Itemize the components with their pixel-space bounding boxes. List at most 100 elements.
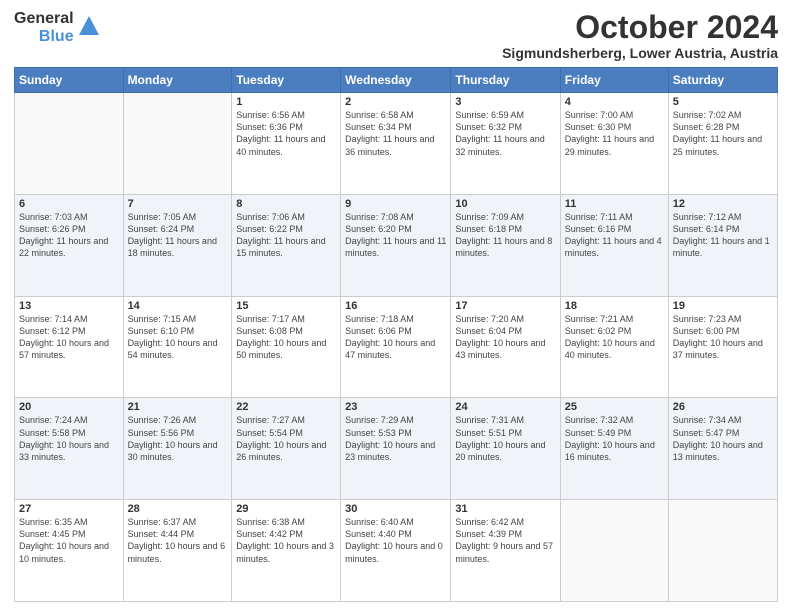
table-row: 29 Sunrise: 6:38 AMSunset: 4:42 PMDayligh…: [232, 500, 341, 602]
day-number: 10: [455, 198, 555, 210]
month-title: October 2024: [502, 10, 778, 45]
table-row: 1 Sunrise: 6:56 AMSunset: 6:36 PMDaylight…: [232, 93, 341, 195]
day-info: Sunrise: 7:00 AMSunset: 6:30 PMDaylight:…: [565, 110, 654, 156]
table-row: 9 Sunrise: 7:08 AMSunset: 6:20 PMDaylight…: [341, 194, 451, 296]
logo-area: General Blue: [14, 10, 100, 45]
table-row: 10 Sunrise: 7:09 AMSunset: 6:18 PMDayligh…: [451, 194, 560, 296]
calendar-week-row: 27 Sunrise: 6:35 AMSunset: 4:45 PMDayligh…: [15, 500, 778, 602]
day-number: 8: [236, 198, 336, 210]
day-number: 20: [19, 401, 119, 413]
day-number: 18: [565, 300, 664, 312]
day-info: Sunrise: 6:37 AMSunset: 4:44 PMDaylight:…: [128, 517, 226, 563]
table-row: 25 Sunrise: 7:32 AMSunset: 5:49 PMDayligh…: [560, 398, 668, 500]
day-info: Sunrise: 7:20 AMSunset: 6:04 PMDaylight:…: [455, 314, 545, 360]
table-row: 24 Sunrise: 7:31 AMSunset: 5:51 PMDayligh…: [451, 398, 560, 500]
day-info: Sunrise: 6:42 AMSunset: 4:39 PMDaylight:…: [455, 517, 553, 563]
table-row: 20 Sunrise: 7:24 AMSunset: 5:58 PMDayligh…: [15, 398, 124, 500]
day-info: Sunrise: 7:24 AMSunset: 5:58 PMDaylight:…: [19, 415, 109, 461]
day-number: 15: [236, 300, 336, 312]
table-row: 18 Sunrise: 7:21 AMSunset: 6:02 PMDayligh…: [560, 296, 668, 398]
table-row: 2Sunrise: 6:58 AMSunset: 6:34 PMDaylight…: [341, 93, 451, 195]
logo-icon: [78, 15, 100, 42]
day-info: Sunrise: 6:38 AMSunset: 4:42 PMDaylight:…: [236, 517, 334, 563]
table-row: 11Sunrise: 7:11 AMSunset: 6:16 PMDayligh…: [560, 194, 668, 296]
day-number: 1: [236, 96, 336, 108]
day-number: 31: [455, 503, 555, 515]
col-friday: Friday: [560, 68, 668, 93]
day-number: 25: [565, 401, 664, 413]
day-number: 9: [345, 198, 446, 210]
table-row: [560, 500, 668, 602]
table-row: 19 Sunrise: 7:23 AMSunset: 6:00 PMDayligh…: [668, 296, 777, 398]
day-number: 29: [236, 503, 336, 515]
calendar-week-row: 1 Sunrise: 6:56 AMSunset: 6:36 PMDaylight…: [15, 93, 778, 195]
table-row: 15 Sunrise: 7:17 AMSunset: 6:08 PMDayligh…: [232, 296, 341, 398]
day-info: Sunrise: 7:06 AMSunset: 6:22 PMDaylight:…: [236, 212, 325, 258]
day-info: Sunrise: 7:32 AMSunset: 5:49 PMDaylight:…: [565, 415, 655, 461]
day-info: Sunrise: 7:11 AMSunset: 6:16 PMDaylight:…: [565, 212, 662, 258]
calendar-week-row: 6 Sunrise: 7:03 AMSunset: 6:26 PMDaylight…: [15, 194, 778, 296]
day-number: 5: [673, 96, 773, 108]
day-info: Sunrise: 7:02 AMSunset: 6:28 PMDaylight:…: [673, 110, 762, 156]
day-info: Sunrise: 6:58 AMSunset: 6:34 PMDaylight:…: [345, 110, 434, 156]
calendar-week-row: 13Sunrise: 7:14 AMSunset: 6:12 PMDayligh…: [15, 296, 778, 398]
location-title: Sigmundsherberg, Lower Austria, Austria: [502, 45, 778, 61]
day-number: 14: [128, 300, 228, 312]
logo-line2: Blue: [39, 28, 74, 46]
day-number: 12: [673, 198, 773, 210]
col-monday: Monday: [123, 68, 232, 93]
day-info: Sunrise: 7:23 AMSunset: 6:00 PMDaylight:…: [673, 314, 763, 360]
day-info: Sunrise: 7:08 AMSunset: 6:20 PMDaylight:…: [345, 212, 446, 258]
table-row: [123, 93, 232, 195]
table-row: 3Sunrise: 6:59 AMSunset: 6:32 PMDaylight…: [451, 93, 560, 195]
day-number: 28: [128, 503, 228, 515]
day-info: Sunrise: 7:29 AMSunset: 5:53 PMDaylight:…: [345, 415, 435, 461]
day-info: Sunrise: 7:03 AMSunset: 6:26 PMDaylight:…: [19, 212, 108, 258]
table-row: 16Sunrise: 7:18 AMSunset: 6:06 PMDayligh…: [341, 296, 451, 398]
table-row: [15, 93, 124, 195]
day-info: Sunrise: 7:17 AMSunset: 6:08 PMDaylight:…: [236, 314, 326, 360]
table-row: 31 Sunrise: 6:42 AMSunset: 4:39 PMDayligh…: [451, 500, 560, 602]
day-number: 24: [455, 401, 555, 413]
day-info: Sunrise: 7:05 AMSunset: 6:24 PMDaylight:…: [128, 212, 217, 258]
day-info: Sunrise: 6:59 AMSunset: 6:32 PMDaylight:…: [455, 110, 544, 156]
day-info: Sunrise: 7:12 AMSunset: 6:14 PMDaylight:…: [673, 212, 770, 258]
day-info: Sunrise: 7:26 AMSunset: 5:56 PMDaylight:…: [128, 415, 218, 461]
day-info: Sunrise: 7:21 AMSunset: 6:02 PMDaylight:…: [565, 314, 655, 360]
calendar-week-row: 20 Sunrise: 7:24 AMSunset: 5:58 PMDayligh…: [15, 398, 778, 500]
col-sunday: Sunday: [15, 68, 124, 93]
day-number: 6: [19, 198, 119, 210]
day-info: Sunrise: 7:09 AMSunset: 6:18 PMDaylight:…: [455, 212, 552, 258]
table-row: [668, 500, 777, 602]
calendar-header-row: Sunday Monday Tuesday Wednesday Thursday…: [15, 68, 778, 93]
col-saturday: Saturday: [668, 68, 777, 93]
table-row: 8 Sunrise: 7:06 AMSunset: 6:22 PMDaylight…: [232, 194, 341, 296]
day-number: 7: [128, 198, 228, 210]
day-number: 23: [345, 401, 446, 413]
table-row: 14Sunrise: 7:15 AMSunset: 6:10 PMDayligh…: [123, 296, 232, 398]
day-info: Sunrise: 6:40 AMSunset: 4:40 PMDaylight:…: [345, 517, 443, 563]
page: General Blue October 2024 Sigmundsherber…: [0, 0, 792, 612]
day-number: 19: [673, 300, 773, 312]
day-number: 30: [345, 503, 446, 515]
day-info: Sunrise: 7:34 AMSunset: 5:47 PMDaylight:…: [673, 415, 763, 461]
logo-brand: General Blue: [14, 10, 100, 45]
day-number: 16: [345, 300, 446, 312]
day-info: Sunrise: 7:27 AMSunset: 5:54 PMDaylight:…: [236, 415, 326, 461]
table-row: 6 Sunrise: 7:03 AMSunset: 6:26 PMDaylight…: [15, 194, 124, 296]
table-row: 4Sunrise: 7:00 AMSunset: 6:30 PMDaylight…: [560, 93, 668, 195]
table-row: 5 Sunrise: 7:02 AMSunset: 6:28 PMDaylight…: [668, 93, 777, 195]
logo-line1: General: [14, 10, 74, 28]
table-row: 7 Sunrise: 7:05 AMSunset: 6:24 PMDaylight…: [123, 194, 232, 296]
col-thursday: Thursday: [451, 68, 560, 93]
day-info: Sunrise: 6:35 AMSunset: 4:45 PMDaylight:…: [19, 517, 109, 563]
table-row: 27 Sunrise: 6:35 AMSunset: 4:45 PMDayligh…: [15, 500, 124, 602]
col-wednesday: Wednesday: [341, 68, 451, 93]
day-number: 17: [455, 300, 555, 312]
day-info: Sunrise: 6:56 AMSunset: 6:36 PMDaylight:…: [236, 110, 325, 156]
day-number: 27: [19, 503, 119, 515]
day-info: Sunrise: 7:31 AMSunset: 5:51 PMDaylight:…: [455, 415, 545, 461]
table-row: 26Sunrise: 7:34 AMSunset: 5:47 PMDayligh…: [668, 398, 777, 500]
day-info: Sunrise: 7:14 AMSunset: 6:12 PMDaylight:…: [19, 314, 109, 360]
table-row: 13Sunrise: 7:14 AMSunset: 6:12 PMDayligh…: [15, 296, 124, 398]
